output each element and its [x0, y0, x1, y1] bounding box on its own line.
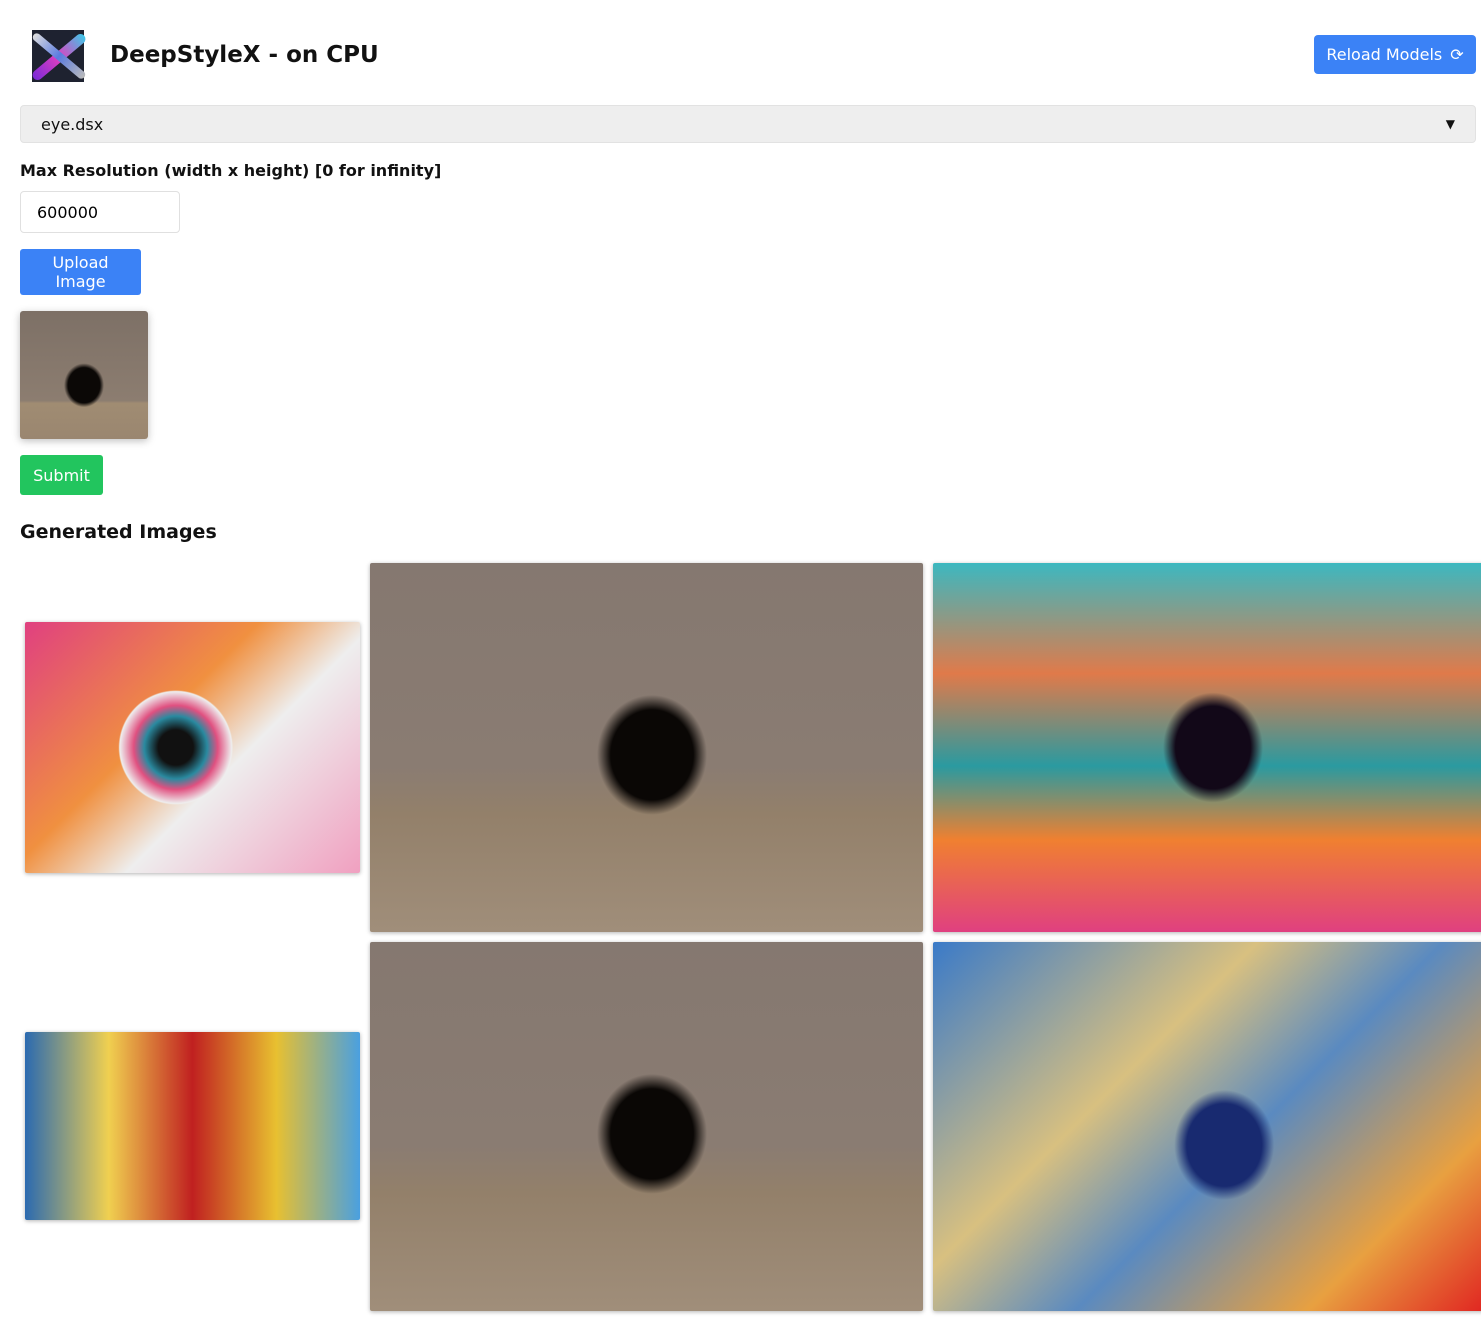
submit-button[interactable]: Submit: [20, 455, 103, 495]
style-image-eye[interactable]: [25, 622, 360, 873]
refresh-icon: ⟳: [1450, 45, 1464, 64]
header: DeepStyleX - on CPU: [20, 24, 379, 86]
input-image[interactable]: [370, 563, 923, 932]
generated-image[interactable]: [933, 563, 1481, 932]
model-select-value: eye.dsx: [41, 114, 104, 134]
app-title: DeepStyleX - on CPU: [110, 42, 379, 68]
deepstylex-logo: [20, 24, 92, 86]
upload-image-button[interactable]: Upload Image: [20, 249, 141, 295]
uploaded-image-preview: [20, 311, 148, 439]
reload-models-button[interactable]: Reload Models ⟳: [1314, 35, 1476, 74]
generated-images-heading: Generated Images: [20, 521, 217, 543]
reload-models-label: Reload Models: [1326, 45, 1443, 64]
style-image-anime[interactable]: [25, 1032, 360, 1220]
max-resolution-input[interactable]: [20, 191, 180, 233]
generated-image[interactable]: [933, 942, 1481, 1311]
max-resolution-label: Max Resolution (width x height) [0 for i…: [20, 161, 442, 180]
chevron-down-icon: ▼: [1445, 117, 1455, 131]
input-image[interactable]: [370, 942, 923, 1311]
model-select[interactable]: eye.dsx ▼: [20, 105, 1476, 143]
